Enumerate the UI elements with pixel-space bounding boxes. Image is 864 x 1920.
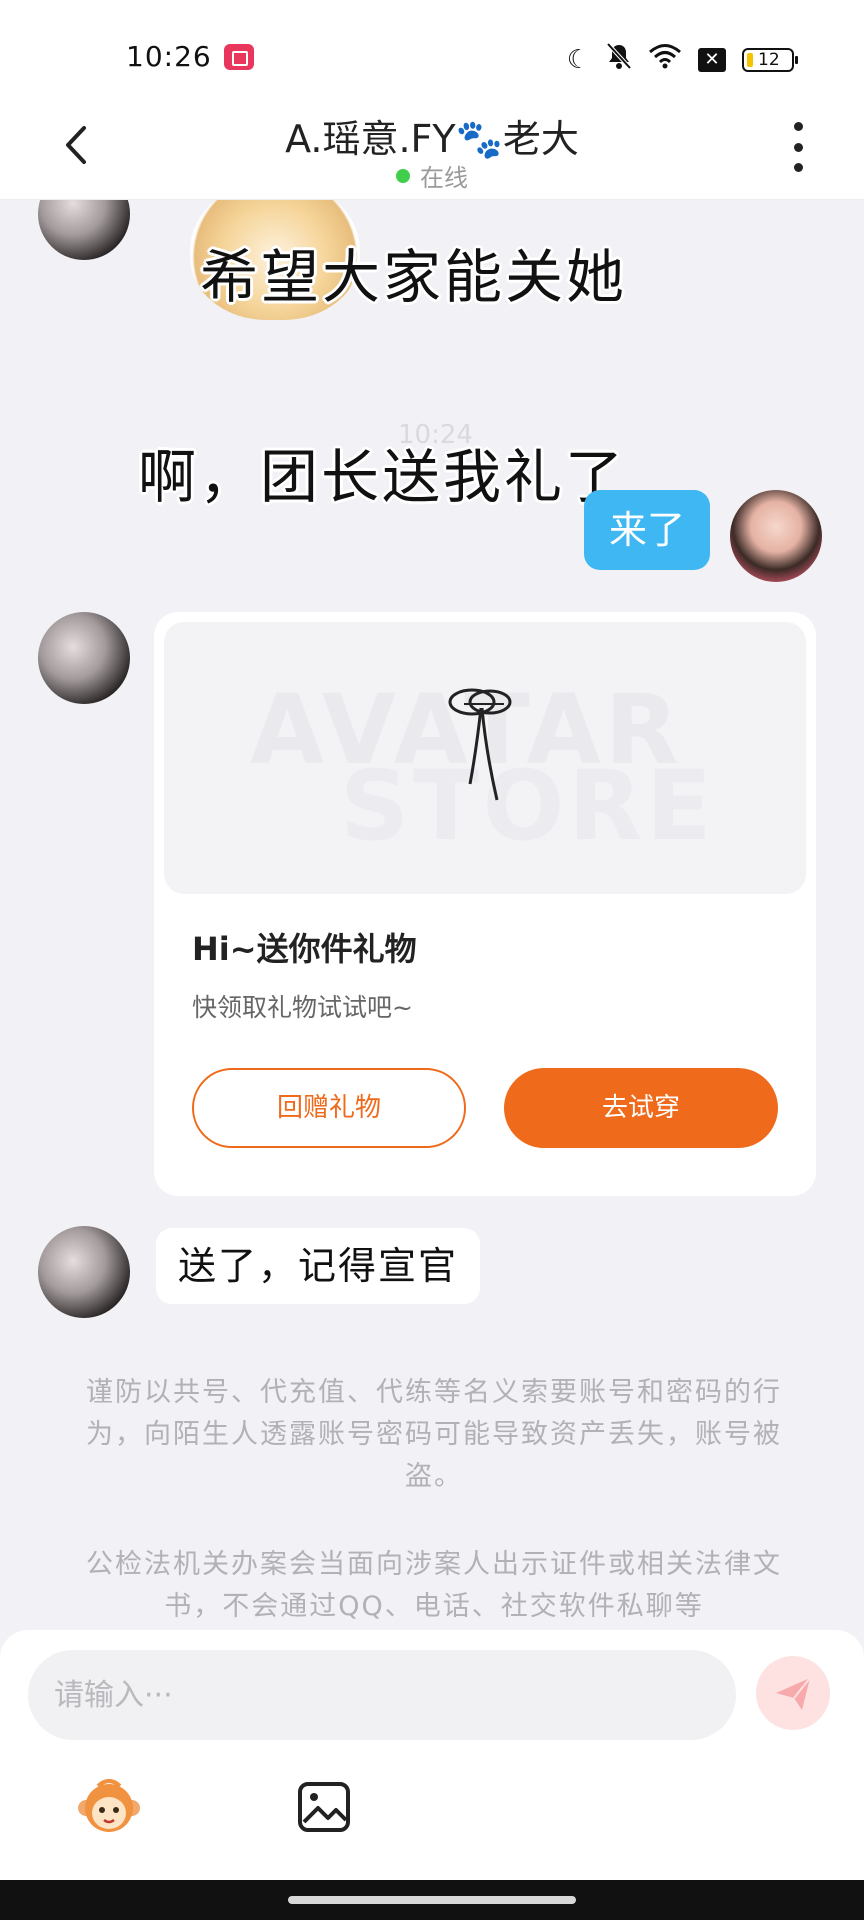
- video-caption: 啊，团长送我礼了: [138, 443, 627, 511]
- screen-record-icon: [224, 44, 254, 70]
- message-input[interactable]: [28, 1650, 736, 1740]
- status-icons: ☾ ✕ 12: [566, 42, 798, 77]
- online-dot-icon: [396, 168, 410, 183]
- gift-subtitle: 快领取礼物试试吧~: [192, 993, 413, 1022]
- wifi-icon: [648, 43, 682, 76]
- battery-icon: 12: [742, 47, 798, 72]
- self-avatar[interactable]: [730, 490, 822, 582]
- more-options-button[interactable]: [790, 122, 806, 172]
- home-indicator[interactable]: [288, 1896, 576, 1904]
- status-bar: 10:26 ☾ ✕ 12: [0, 0, 864, 100]
- online-status-text: 在线: [420, 164, 468, 192]
- chat-screen: 10:26 ☾ ✕ 12 A.瑶意.FY🐾老大 在线 希望大家能关她 10:24…: [0, 0, 864, 1920]
- chat-title: A.瑶意.FY🐾老大: [285, 117, 579, 161]
- moon-icon: ☾: [566, 44, 590, 75]
- video-caption: 希望大家能关她: [200, 243, 628, 311]
- contact-message-bubble[interactable]: 送了，记得宣官: [156, 1228, 481, 1304]
- try-on-button[interactable]: 去试穿: [504, 1068, 778, 1148]
- send-icon: [776, 1677, 811, 1710]
- status-time: 10:26: [126, 40, 212, 73]
- mute-icon: [606, 42, 632, 77]
- safety-notice: 谨防以共号、代充值、代练等名义索要账号和密码的行为，向陌生人透露账号密码可能导致…: [86, 1377, 782, 1492]
- composer: [0, 1630, 864, 1880]
- send-button[interactable]: [756, 1656, 830, 1730]
- chat-header: A.瑶意.FY🐾老大 在线: [0, 100, 864, 200]
- ribbon-bow-icon: [448, 688, 512, 801]
- system-nav-bar: [0, 1880, 864, 1920]
- contact-avatar[interactable]: [38, 1226, 130, 1318]
- message-list[interactable]: 希望大家能关她 10:24 啊，团长送我礼了 来了 AVATAR STORE H…: [0, 200, 864, 1630]
- more-dot-icon: [793, 122, 803, 131]
- gift-title: Hi~送你件礼物: [192, 930, 417, 968]
- contact-avatar[interactable]: [38, 200, 130, 260]
- more-dot-icon: [793, 163, 803, 172]
- self-message-bubble[interactable]: 来了: [584, 490, 710, 570]
- online-status: 在线: [0, 158, 864, 193]
- monkey-sticker-icon: [78, 1779, 140, 1832]
- more-dot-icon: [793, 142, 803, 152]
- law-enforcement-notice: 公检法机关办案会当面向涉案人出示证件或相关法律文书，不会通过QQ、电话、社交软件…: [86, 1549, 782, 1622]
- contact-avatar[interactable]: [38, 612, 130, 704]
- gift-card[interactable]: AVATAR STORE Hi~送你件礼物 快领取礼物试试吧~ 回赠礼物 去试穿: [154, 612, 816, 1196]
- image-picker-button[interactable]: [296, 1780, 352, 1834]
- no-sim-icon: ✕: [698, 47, 726, 72]
- gift-preview: AVATAR STORE: [164, 622, 806, 894]
- image-icon: [298, 1782, 350, 1832]
- sticker-button[interactable]: [76, 1778, 142, 1836]
- return-gift-button[interactable]: 回赠礼物: [192, 1068, 466, 1148]
- battery-level: 12: [758, 49, 780, 70]
